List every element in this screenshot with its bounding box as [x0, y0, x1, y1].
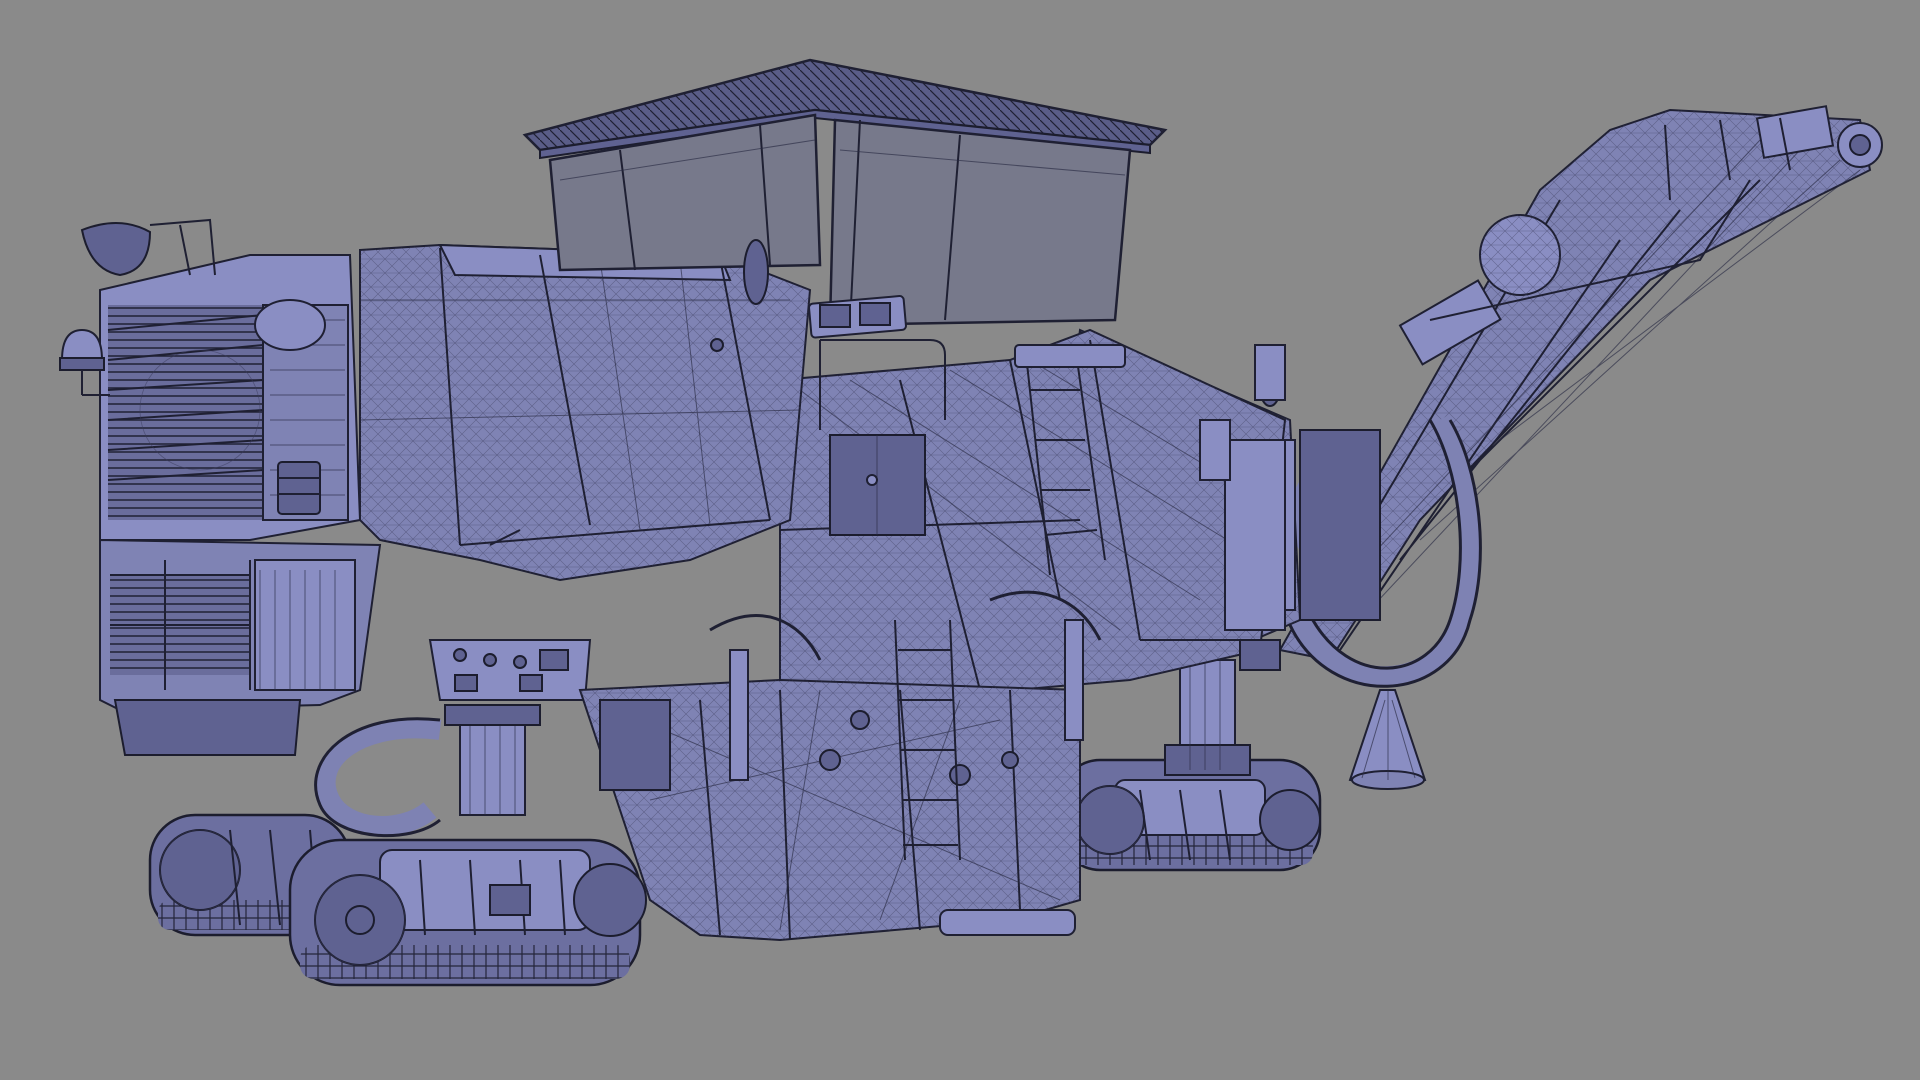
- milling-drum-housing: [578, 678, 1081, 942]
- column-left: [444, 704, 541, 816]
- control-panel: [428, 639, 592, 701]
- front-grille: [99, 254, 362, 541]
- side-mirror-left: [80, 218, 216, 277]
- track-right-rear: [1058, 758, 1322, 872]
- track-left-front: [288, 838, 647, 987]
- front-bumper: [99, 538, 382, 756]
- 3d-viewport[interactable]: [0, 0, 1920, 1080]
- column-right: [1164, 659, 1251, 776]
- front-housing: [359, 243, 812, 582]
- hose-front-left: [314, 717, 442, 838]
- model-render: [59, 58, 1883, 987]
- boom-support-cone: [1348, 689, 1427, 790]
